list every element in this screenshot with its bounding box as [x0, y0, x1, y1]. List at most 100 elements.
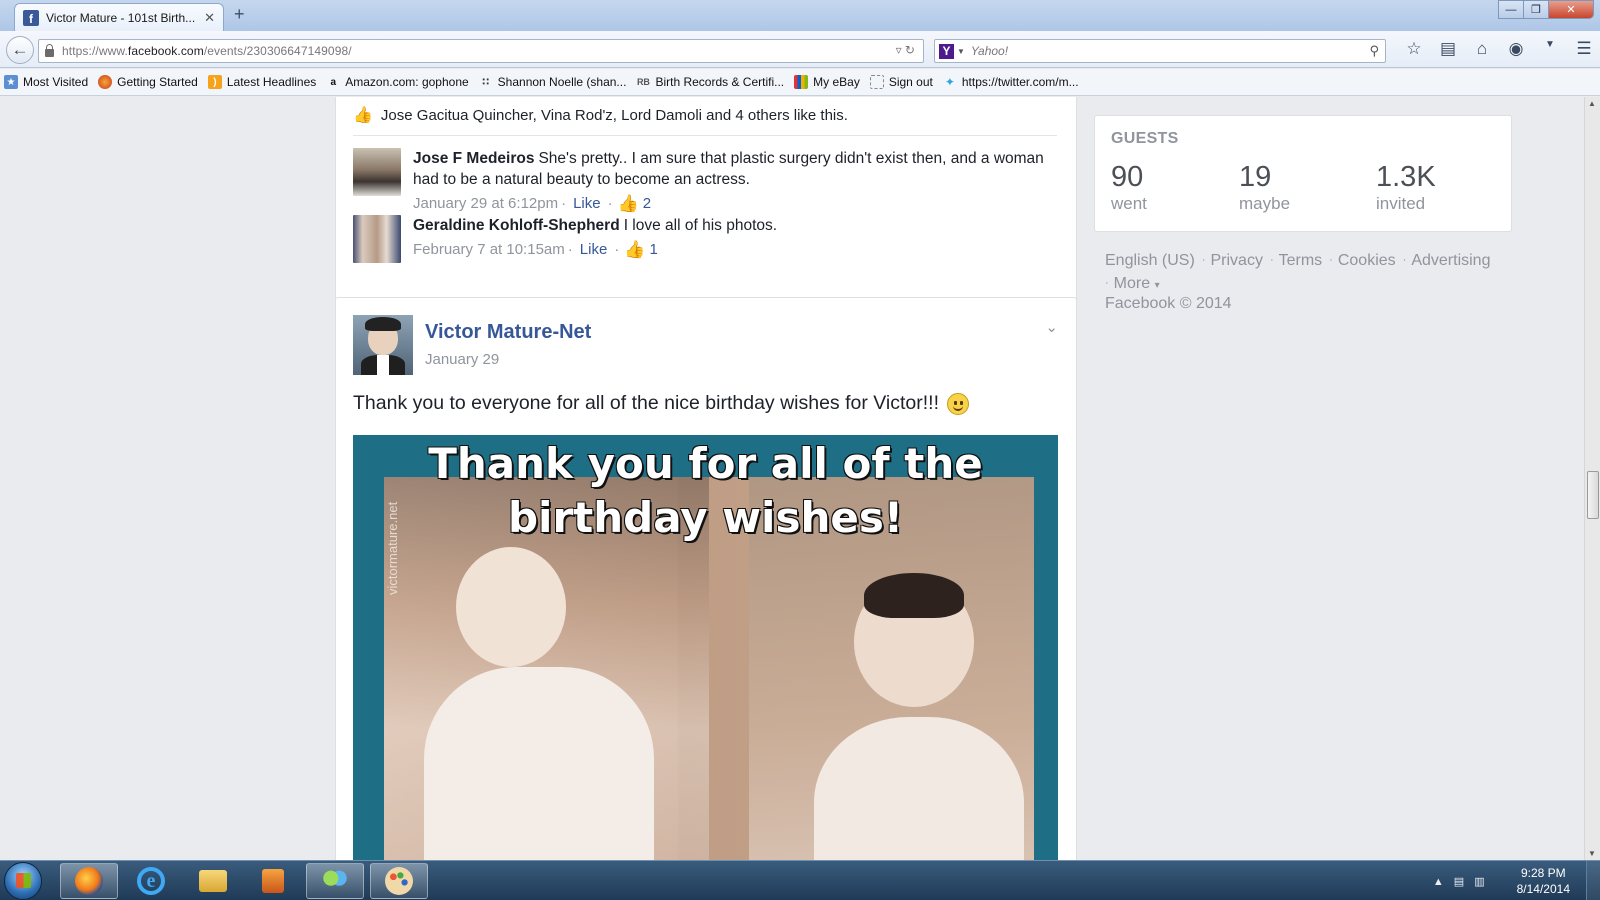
back-arrow-icon: ←: [11, 40, 29, 59]
browser-nav-bar: ← https://www.facebook.com/events/230306…: [0, 31, 1600, 68]
bookmark-ebay[interactable]: My eBay: [794, 75, 860, 89]
taskbar-file-explorer[interactable]: [184, 863, 242, 899]
dropdown-icon[interactable]: ▼: [1540, 39, 1560, 59]
media-player-icon: [262, 869, 284, 893]
bookmark-star-icon[interactable]: ☆: [1404, 39, 1424, 59]
bookmark-twitter[interactable]: ✦ https://twitter.com/m...: [943, 75, 1079, 89]
taskbar-people-app[interactable]: [306, 863, 364, 899]
caret-down-icon: ▾: [1154, 280, 1160, 291]
footer-link-cookies[interactable]: Cookies: [1338, 252, 1396, 269]
bookmark-amazon[interactable]: a Amazon.com: gophone: [326, 75, 468, 89]
start-button[interactable]: [4, 862, 42, 900]
comment-meta: January 29 at 6:12pm · Like · 👍 2: [413, 193, 652, 214]
like-link[interactable]: Like: [580, 239, 608, 260]
guests-title[interactable]: GUESTS: [1111, 130, 1179, 148]
taskbar-media-player[interactable]: [244, 863, 302, 899]
minimize-button[interactable]: —: [1498, 0, 1524, 19]
browser-tab[interactable]: f Victor Mature - 101st Birth... ✕: [14, 3, 224, 31]
avatar[interactable]: [353, 315, 413, 375]
footer-link-privacy[interactable]: Privacy: [1210, 252, 1262, 269]
close-window-button[interactable]: ✕: [1548, 0, 1594, 19]
divider: [353, 135, 1057, 136]
scroll-up-arrow-icon[interactable]: ▲: [1588, 99, 1596, 108]
twitter-icon: ✦: [944, 75, 955, 89]
rb-icon: RB: [636, 77, 650, 87]
comment-text: I love all of his photos.: [623, 217, 778, 234]
people-icon: ∷: [482, 76, 490, 88]
bookmark-birth-records[interactable]: RB Birth Records & Certifi...: [636, 75, 784, 89]
search-engine-dropdown-icon[interactable]: ▼: [957, 47, 965, 56]
thumbs-up-icon: 👍: [624, 240, 646, 259]
search-bar[interactable]: Y ▼ Yahoo! ⚲: [934, 39, 1386, 63]
clock[interactable]: 9:28 PM 8/14/2014: [1517, 865, 1570, 897]
avatar[interactable]: [353, 148, 401, 196]
like-count[interactable]: 👍 1: [624, 239, 658, 260]
tab-title: Victor Mature - 101st Birth...: [46, 10, 196, 25]
yahoo-icon[interactable]: Y: [939, 43, 954, 59]
show-desktop-button[interactable]: [1586, 861, 1600, 900]
comment-timestamp[interactable]: January 29 at 6:12pm: [413, 193, 558, 214]
post-image[interactable]: victormature.net Thank you for all of th…: [353, 435, 1058, 860]
addon-icon[interactable]: ◉: [1506, 39, 1526, 59]
amazon-icon: a: [330, 76, 337, 88]
taskbar-firefox[interactable]: [60, 863, 118, 899]
avatar[interactable]: [353, 215, 401, 263]
restore-button[interactable]: ❐: [1523, 0, 1549, 19]
taskbar-paint[interactable]: [370, 863, 428, 899]
reading-list-icon[interactable]: ▤: [1438, 39, 1458, 59]
guests-card: GUESTS 90 went 19 maybe 1.3K invited: [1094, 115, 1512, 232]
footer-link-advertising[interactable]: Advertising: [1411, 252, 1490, 269]
bookmarks-toolbar: ★ Most Visited Getting Started ) Latest He…: [0, 69, 1600, 96]
comment-timestamp[interactable]: February 7 at 10:15am: [413, 239, 565, 260]
scroll-down-arrow-icon[interactable]: ▼: [1588, 849, 1596, 858]
system-tray: ▲▤▥ 9:28 PM 8/14/2014: [1433, 861, 1600, 900]
guest-stat-went[interactable]: 90 went: [1111, 160, 1147, 214]
bookmark-sign-out[interactable]: Sign out: [869, 75, 933, 89]
chevron-down-icon[interactable]: ⌄: [1045, 318, 1058, 336]
lock-icon: [45, 43, 54, 57]
image-caption: Thank you for all of the birthday wishes…: [428, 439, 983, 542]
firefox-icon: [75, 867, 103, 895]
footer-link-language[interactable]: English (US): [1105, 252, 1195, 269]
comment-author[interactable]: Geraldine Kohloff-Shepherd: [413, 217, 620, 234]
tab-close-icon[interactable]: ✕: [204, 10, 215, 26]
bookmark-shannon[interactable]: ∷ Shannon Noelle (shan...: [479, 75, 626, 89]
home-icon[interactable]: ⌂: [1472, 39, 1492, 59]
guest-stat-invited[interactable]: 1.3K invited: [1376, 160, 1436, 214]
ebay-icon: [794, 75, 809, 89]
smiley-icon: [947, 392, 970, 415]
taskbar-internet-explorer[interactable]: e: [122, 863, 180, 899]
bookmark-most-visited[interactable]: ★ Most Visited: [4, 75, 88, 89]
like-count[interactable]: 👍 2: [618, 193, 652, 214]
firefox-icon: [98, 75, 113, 89]
bookmark-getting-started[interactable]: Getting Started: [98, 75, 198, 89]
folder-icon: [199, 870, 227, 892]
new-tab-button[interactable]: +: [234, 4, 245, 25]
url-dropdown-refresh-icons[interactable]: ▿ ↻: [896, 43, 915, 57]
page-icon: [869, 75, 884, 89]
vertical-scrollbar[interactable]: ▲ ▼: [1584, 97, 1600, 860]
post-date[interactable]: January 29: [425, 351, 499, 368]
search-icon[interactable]: ⚲: [1369, 43, 1379, 59]
post-author[interactable]: Victor Mature-Net: [425, 321, 591, 344]
internet-explorer-icon: e: [137, 867, 165, 895]
url-bar[interactable]: https://www.facebook.com/events/23030664…: [38, 39, 924, 63]
like-link[interactable]: Like: [573, 193, 601, 214]
scroll-thumb[interactable]: [1587, 471, 1599, 519]
tray-icons[interactable]: ▲▤▥: [1433, 875, 1495, 888]
bookmark-star-icon: ★: [4, 75, 18, 89]
menu-icon[interactable]: ☰: [1574, 39, 1594, 59]
facebook-favicon-icon: f: [23, 9, 39, 26]
guest-stat-maybe[interactable]: 19 maybe: [1239, 160, 1290, 214]
window-controls: — ❐ ✕: [1498, 0, 1594, 19]
url-domain: facebook.com: [127, 44, 204, 58]
browser-tab-bar: f Victor Mature - 101st Birth... ✕ + — ❐…: [0, 0, 1600, 31]
comment-author[interactable]: Jose F Medeiros: [413, 150, 534, 167]
back-button[interactable]: ←: [6, 36, 34, 64]
bookmark-latest-headlines[interactable]: ) Latest Headlines: [207, 75, 316, 89]
likes-summary[interactable]: 👍 Jose Gacitua Quincher, Vina Rod'z, Lor…: [353, 105, 848, 125]
footer-more-link[interactable]: More ▾: [1114, 275, 1160, 292]
windows-taskbar: e ▲▤▥ 9:28 PM 8/14/2014: [0, 860, 1600, 900]
footer-link-terms[interactable]: Terms: [1279, 252, 1323, 269]
post-text: Thank you to everyone for all of the nic…: [353, 392, 970, 415]
